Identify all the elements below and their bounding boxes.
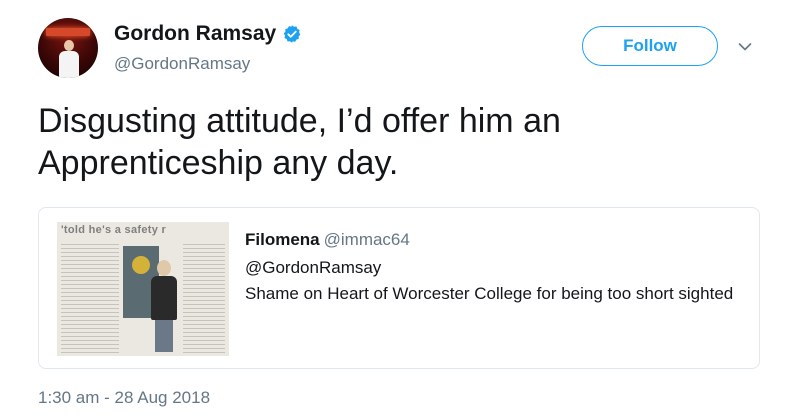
quoted-author-handle[interactable]: @immac64 xyxy=(324,230,410,249)
tweet-timestamp[interactable]: 1:30 am - 28 Aug 2018 xyxy=(38,388,210,408)
thumbnail-text-column-right xyxy=(183,244,225,354)
thumbnail-text-column xyxy=(61,244,119,354)
verified-badge-icon xyxy=(283,25,301,43)
display-name[interactable]: Gordon Ramsay xyxy=(114,22,276,46)
quoted-author: Filomena @immac64 xyxy=(245,230,410,250)
thumbnail-person xyxy=(149,260,179,352)
tweet-text: Disgusting attitude, I’d offer him an Ap… xyxy=(38,102,561,182)
thumbnail-person-body xyxy=(151,276,177,320)
tweet-header: Gordon Ramsay @GordonRamsay Follow xyxy=(38,18,768,82)
name-row: Gordon Ramsay xyxy=(114,22,302,46)
quoted-mention[interactable]: @GordonRamsay xyxy=(245,258,381,278)
follow-button[interactable]: Follow xyxy=(582,26,718,66)
avatar-person-head xyxy=(64,40,74,51)
avatar-person-body xyxy=(59,51,79,78)
quoted-author-name[interactable]: Filomena xyxy=(245,230,320,249)
user-handle[interactable]: @GordonRamsay xyxy=(114,54,250,74)
avatar[interactable] xyxy=(38,18,98,78)
chevron-down-icon[interactable] xyxy=(738,42,752,52)
quoted-tweet-text: Shame on Heart of Worcester College for … xyxy=(245,284,734,303)
thumbnail-person-head xyxy=(157,260,171,276)
thumbnail-person-legs xyxy=(155,320,173,352)
thumbnail-headline: 'told he's a safety r xyxy=(61,224,167,236)
avatar-sign xyxy=(46,28,90,36)
quoted-tweet-card[interactable]: 'told he's a safety r Filomena @immac64 @… xyxy=(38,207,760,369)
quoted-tweet-thumbnail[interactable]: 'told he's a safety r xyxy=(57,222,229,356)
